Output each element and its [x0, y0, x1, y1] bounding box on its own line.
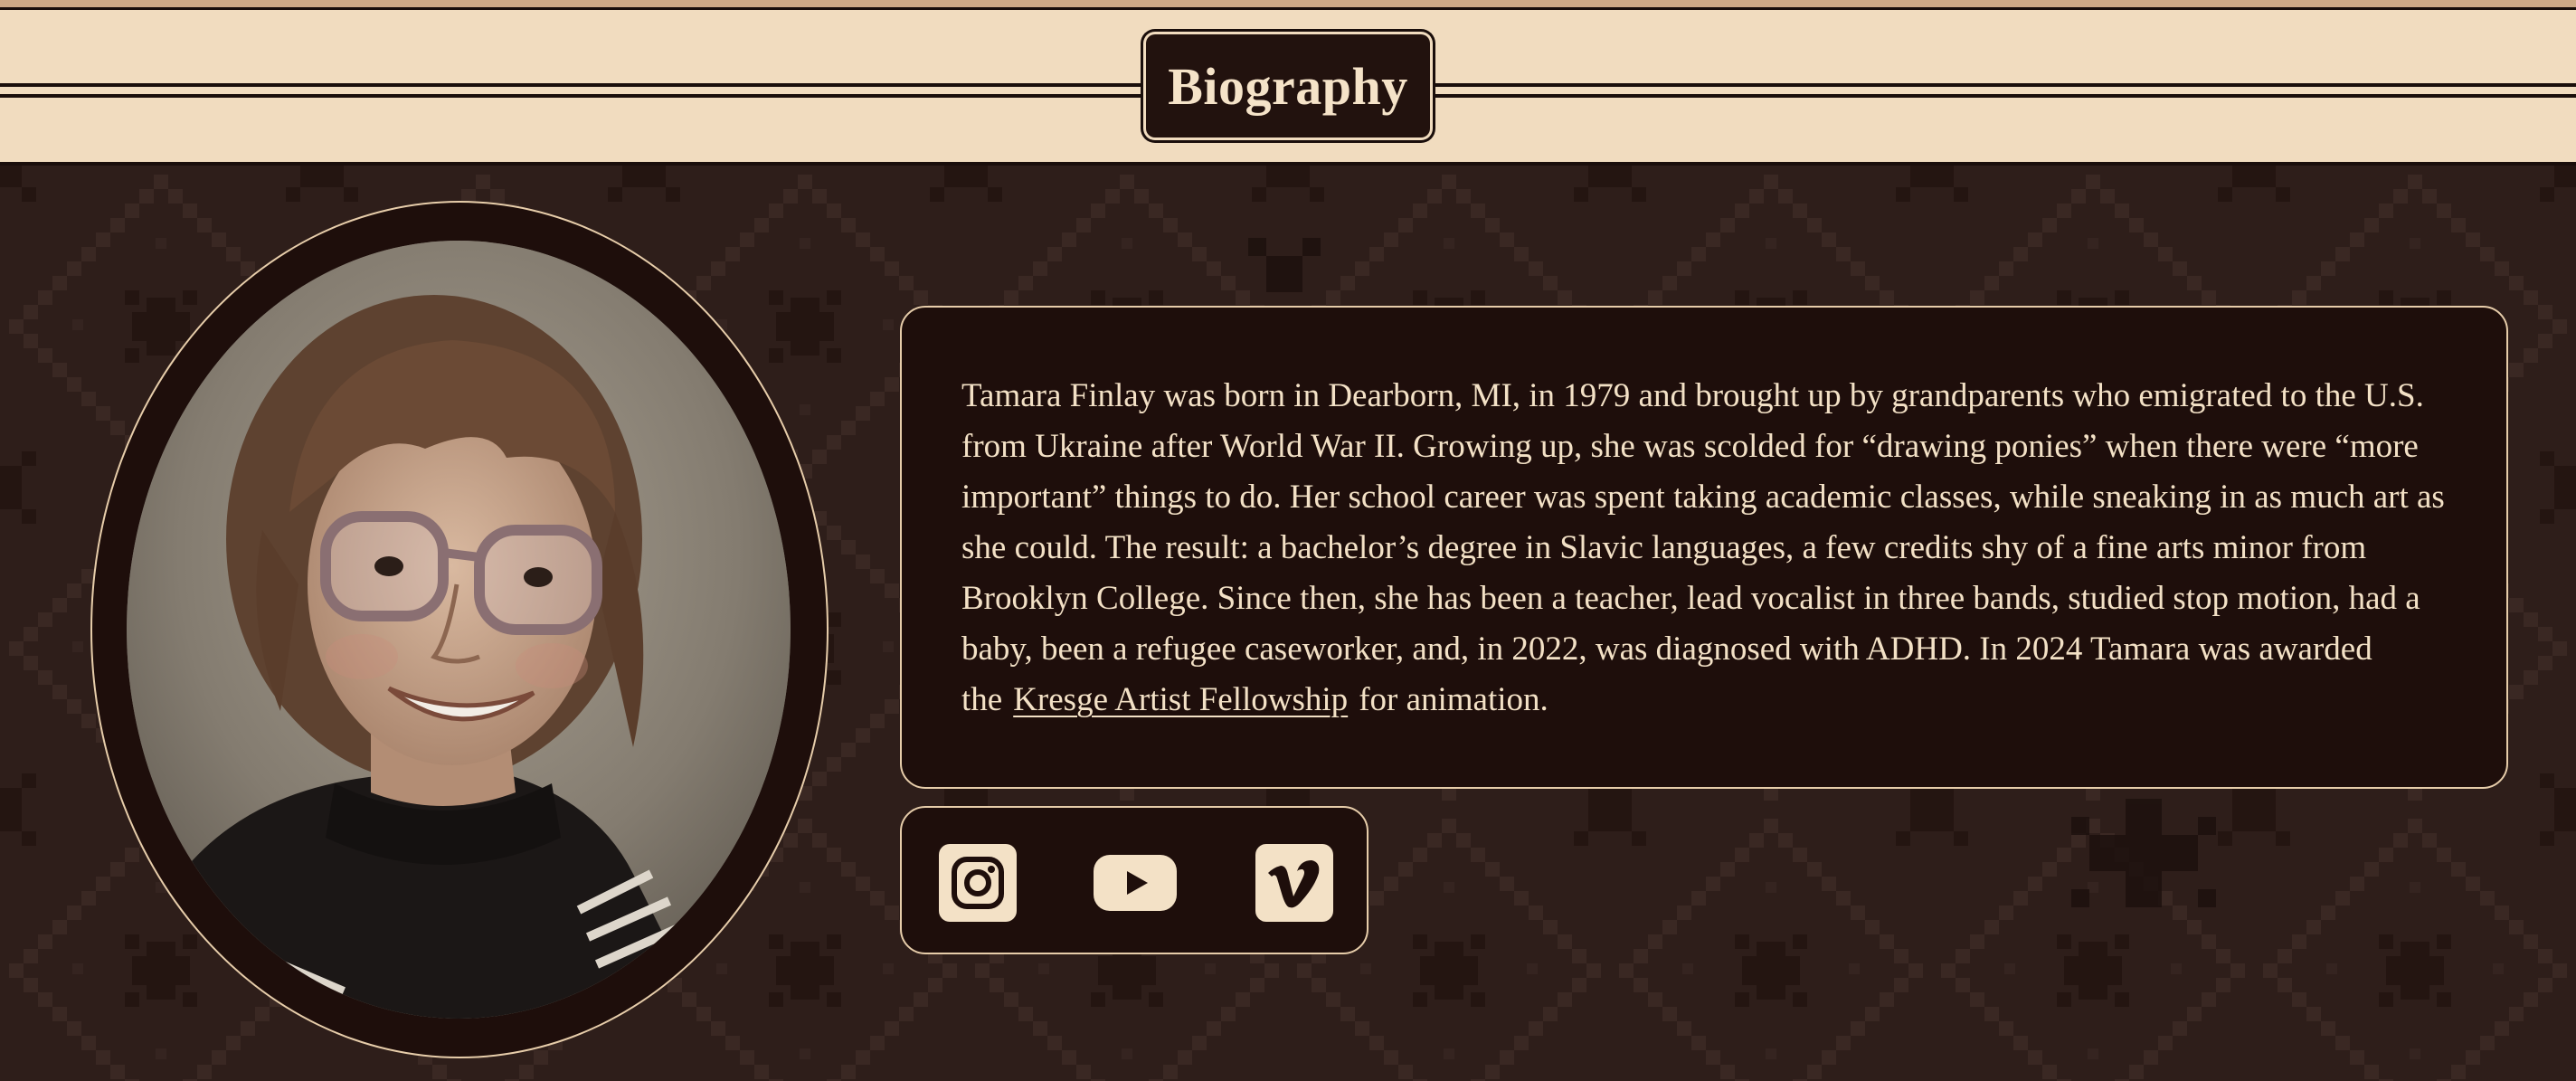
instagram-link[interactable] [939, 844, 1017, 922]
biography-section: Biography Tamara Finlay was born in Dear… [0, 0, 2576, 1081]
portrait-image [127, 241, 791, 1019]
vimeo-link[interactable] [1255, 844, 1333, 922]
youtube-link[interactable] [1094, 844, 1177, 922]
kresge-fellowship-link[interactable]: Kresge Artist Fellowship [1013, 681, 1348, 718]
youtube-icon [1094, 855, 1177, 911]
bio-paragraph: Tamara Finlay was born in Dearborn, MI, … [961, 371, 2447, 725]
vimeo-icon [1255, 844, 1333, 922]
bio-text: Tamara Finlay was born in Dearborn, MI, … [961, 377, 2445, 718]
bio-text-end: for animation. [1359, 681, 1548, 718]
top-decorative-strip [0, 0, 2576, 10]
instagram-icon [939, 844, 1017, 922]
section-header: Biography [0, 10, 2576, 166]
section-title: Biography [1168, 56, 1408, 116]
social-links-card [900, 806, 1368, 954]
section-title-badge: Biography [1146, 34, 1430, 137]
bio-card: Tamara Finlay was born in Dearborn, MI, … [900, 306, 2508, 789]
